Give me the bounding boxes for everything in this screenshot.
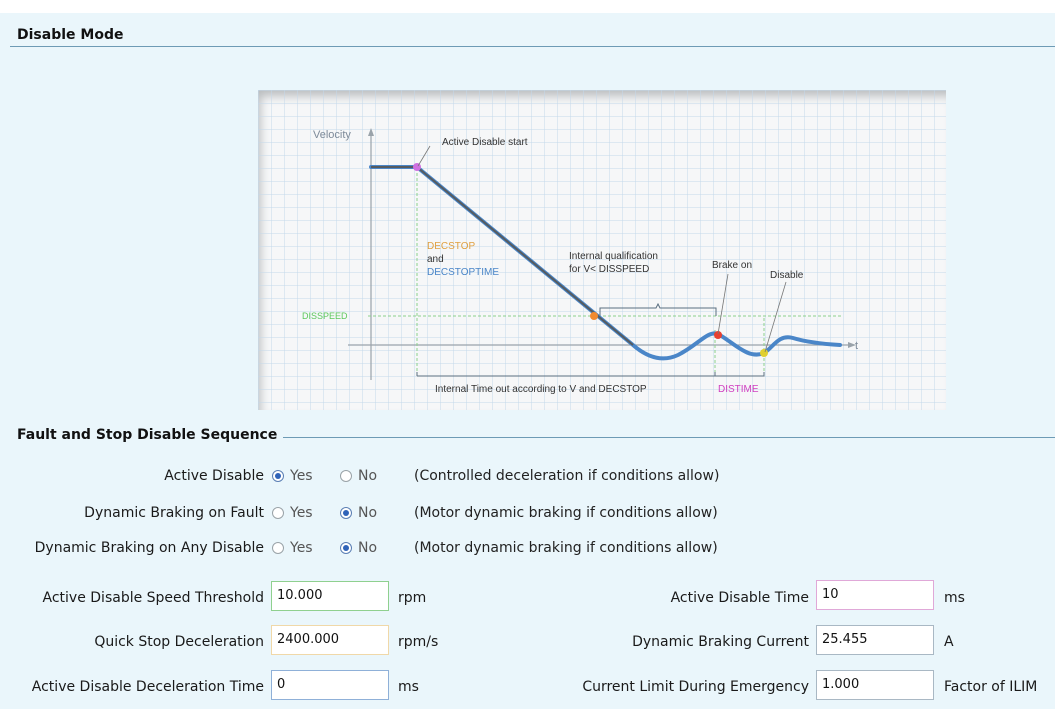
disable-label: Disable	[770, 270, 804, 281]
quick-stop-unit: rpm/s	[398, 634, 439, 650]
disspeed-label: DISSPEED	[302, 311, 348, 321]
decel-time-unit: ms	[398, 679, 419, 695]
yes-label: Yes	[290, 540, 313, 556]
active-disable-no-option[interactable]: No	[340, 465, 377, 487]
disspeed-point	[590, 312, 598, 320]
section-title-fault-stop: Fault and Stop Disable Sequence	[17, 427, 278, 443]
diagram-grid	[258, 90, 946, 410]
current-limit-label: Current Limit During Emergency	[582, 679, 809, 695]
quick-stop-input[interactable]: 2400.000	[271, 625, 389, 655]
distime-label: DISTIME	[718, 384, 759, 395]
dyn-brake-any-hint: (Motor dynamic braking if conditions all…	[414, 540, 718, 556]
decel-time-label: Active Disable Deceleration Time	[31, 679, 264, 695]
dyn-brake-fault-no-option[interactable]: No	[340, 502, 377, 524]
dyn-brake-any-label: Dynamic Braking on Any Disable	[34, 540, 264, 556]
top-strip	[0, 0, 1055, 13]
t-label: t	[855, 340, 858, 352]
section-divider	[10, 46, 1055, 47]
dyn-brake-fault-row: Dynamic Braking on Fault Yes No (Motor d…	[0, 502, 1055, 524]
speed-threshold-label: Active Disable Speed Threshold	[42, 590, 264, 606]
dyn-brake-fault-label: Dynamic Braking on Fault	[84, 505, 264, 521]
dyn-brake-any-yes-radio[interactable]	[272, 542, 284, 554]
dyn-brake-fault-hint: (Motor dynamic braking if conditions all…	[414, 505, 718, 521]
section-title-disable-mode: Disable Mode	[17, 27, 124, 43]
disable-time-unit: ms	[944, 590, 965, 606]
and-label: and	[427, 254, 444, 265]
disable-time-input[interactable]: 10	[816, 580, 934, 610]
active-disable-label: Active Disable	[164, 468, 264, 484]
timeout-label: Internal Time out according to V and DEC…	[435, 384, 647, 395]
speed-threshold-input[interactable]: 10.000	[271, 581, 389, 611]
brake-current-label: Dynamic Braking Current	[632, 634, 809, 650]
active-disable-yes-option[interactable]: Yes	[272, 465, 313, 487]
current-limit-unit: Factor of ILIM	[944, 679, 1038, 695]
dyn-brake-any-row: Dynamic Braking on Any Disable Yes No (M…	[0, 537, 1055, 559]
no-label: No	[358, 468, 378, 484]
active-disable-yes-radio[interactable]	[272, 470, 284, 482]
dyn-brake-fault-yes-radio[interactable]	[272, 507, 284, 519]
dyn-brake-fault-yes-option[interactable]: Yes	[272, 502, 313, 524]
dyn-brake-any-no-option[interactable]: No	[340, 537, 377, 559]
decel-time-input[interactable]: 0	[271, 670, 389, 700]
brake-on-label: Brake on	[712, 260, 752, 271]
yes-label: Yes	[290, 505, 313, 521]
active-disable-start-point	[413, 163, 421, 171]
current-limit-input[interactable]: 1.000	[816, 670, 934, 700]
active-disable-hint: (Controlled deceleration if conditions a…	[414, 468, 720, 484]
disable-point	[760, 349, 768, 357]
velocity-label: Velocity	[313, 129, 351, 141]
disable-mode-diagram: Velocity t DISSPEED Internal Time out ac…	[258, 90, 946, 410]
internal-qualification-label: Internal qualification	[569, 251, 658, 262]
active-disable-start-label: Active Disable start	[442, 137, 528, 148]
quick-stop-label: Quick Stop Deceleration	[94, 634, 264, 650]
speed-threshold-unit: rpm	[398, 590, 427, 606]
dyn-brake-any-no-radio[interactable]	[340, 542, 352, 554]
brake-current-input[interactable]: 25.455	[816, 625, 934, 655]
internal-qualification-sub-label: for V< DISSPEED	[569, 264, 649, 275]
active-disable-row: Active Disable Yes No (Controlled decele…	[0, 465, 1055, 487]
brake-current-unit: A	[944, 634, 954, 650]
disable-time-label: Active Disable Time	[670, 590, 809, 606]
no-label: No	[358, 505, 378, 521]
dyn-brake-any-yes-option[interactable]: Yes	[272, 537, 313, 559]
decstop-label: DECSTOP	[427, 241, 475, 252]
decstoptime-label: DECSTOPTIME	[427, 267, 499, 278]
no-label: No	[358, 540, 378, 556]
active-disable-no-radio[interactable]	[340, 470, 352, 482]
dyn-brake-fault-no-radio[interactable]	[340, 507, 352, 519]
section-divider	[283, 437, 1055, 438]
yes-label: Yes	[290, 468, 313, 484]
